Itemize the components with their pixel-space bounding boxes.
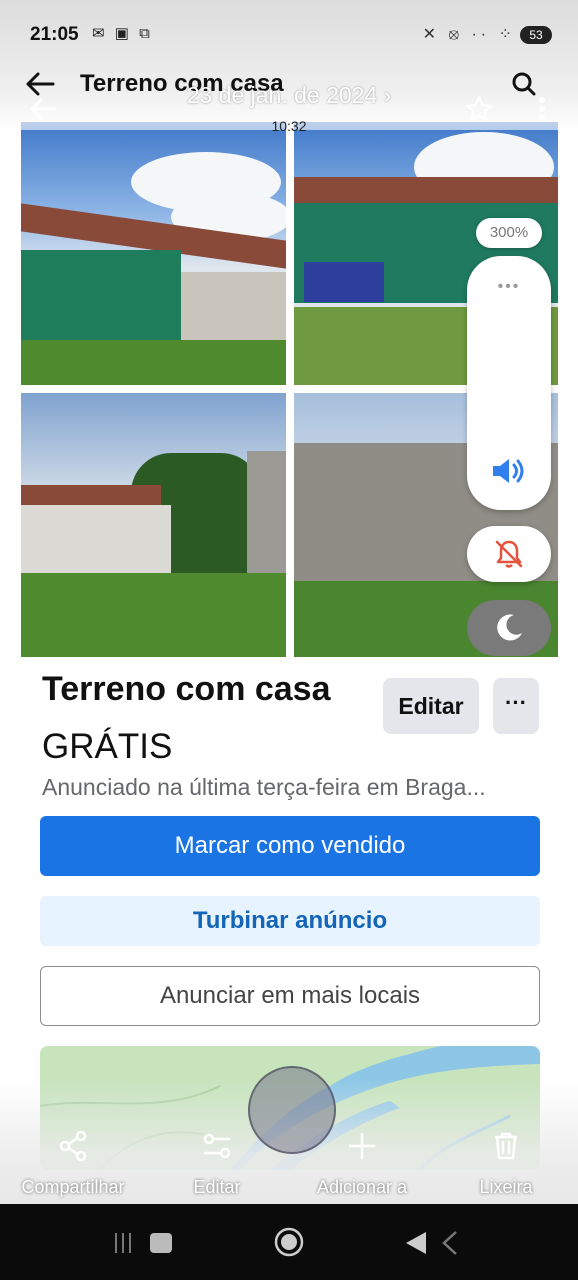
volume-options-dots[interactable]: •••	[467, 278, 551, 296]
favorite-button[interactable]	[462, 92, 496, 126]
gallery-back-button[interactable]	[26, 94, 60, 124]
star-icon	[465, 95, 493, 122]
share-label: Compartilhar	[21, 1177, 125, 1197]
list-in-more-places-button[interactable]: Anunciar em mais locais	[40, 966, 540, 1026]
share-action[interactable]: Compartilhar	[8, 1130, 138, 1198]
volume-icon[interactable]	[490, 456, 528, 486]
share-icon	[59, 1130, 87, 1162]
volume-slider[interactable]: •••	[467, 256, 551, 510]
more-vertical-icon	[539, 97, 545, 121]
system-navigation-bar	[0, 1204, 578, 1280]
trash-action[interactable]: Lixeira	[441, 1130, 571, 1198]
edit-photo-label: Editar	[193, 1177, 241, 1197]
listing-photo-3[interactable]	[21, 393, 286, 657]
photo-time: 10:32	[271, 118, 307, 134]
listing-more-button[interactable]: ···	[493, 678, 539, 734]
boost-listing-button[interactable]: Turbinar anúncio	[40, 896, 540, 946]
battery-icon: 53	[520, 26, 552, 44]
plus-icon	[348, 1132, 376, 1160]
status-bar: 21:05 ✉ ▣ ⧉ ✕ ⦻ ·· ⁘ 53	[0, 18, 578, 54]
edit-listing-button[interactable]: Editar	[383, 678, 479, 734]
home-icon[interactable]	[273, 1226, 305, 1258]
mark-sold-button[interactable]: Marcar como vendido	[40, 816, 540, 876]
gallery-more-button[interactable]	[532, 94, 552, 124]
trash-label: Lixeira	[479, 1177, 533, 1197]
recent-apps-icon[interactable]	[112, 1230, 176, 1256]
listing-price: GRÁTIS	[42, 727, 173, 766]
photo-date[interactable]: 23 de jan. de 2024 ›	[120, 82, 458, 109]
bell-off-icon	[495, 540, 523, 568]
moon-icon	[497, 614, 522, 641]
status-time: 21:05	[30, 24, 79, 45]
mute-toggle[interactable]	[467, 526, 551, 582]
back-nav-icon[interactable]	[402, 1228, 462, 1258]
night-mode-toggle[interactable]	[467, 600, 551, 656]
notification-icons: ✉ ▣ ⧉	[92, 25, 153, 42]
add-to-label: Adicionar a	[316, 1177, 408, 1197]
trash-icon	[495, 1132, 517, 1160]
add-to-action[interactable]: Adicionar a	[297, 1130, 427, 1198]
volume-level-badge: 300%	[476, 218, 542, 248]
listing-title: Terreno com casa	[42, 670, 331, 708]
edit-sliders-icon	[203, 1133, 231, 1159]
arrow-left-icon	[30, 98, 57, 120]
listing-posted-info: Anunciado na última terça-feira em Braga…	[42, 774, 486, 800]
system-icons: ✕ ⦻ ·· ⁘	[422, 26, 516, 43]
listing-photo-1[interactable]	[21, 122, 286, 385]
edit-photo-action[interactable]: Editar	[152, 1130, 282, 1198]
